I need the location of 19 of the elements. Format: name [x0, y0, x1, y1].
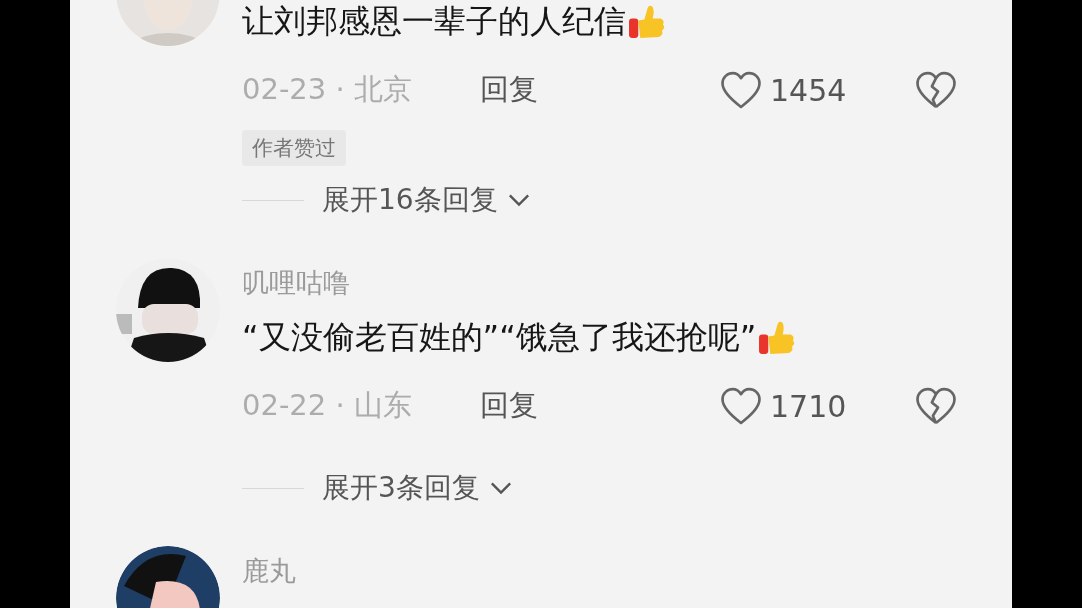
date-location: 02-22 · 山东	[242, 387, 413, 424]
chevron-down-icon[interactable]	[507, 193, 530, 207]
comment-text: “又没偷老百姓的”“饿急了我还抢呢”	[242, 317, 757, 358]
date-location: 02-23 · 北京	[242, 71, 413, 108]
author-liked-tag: 作者赞过	[242, 130, 346, 166]
comment-text: 让刘邦感恩一辈子的人纪信	[242, 1, 626, 42]
thumbs-up-icon	[628, 4, 666, 40]
like-count: 1454	[770, 72, 847, 108]
reply-link[interactable]: 回复	[480, 386, 538, 426]
expand-replies-link[interactable]: 展开3条回复	[322, 469, 480, 507]
reply-link[interactable]: 回复	[480, 70, 538, 110]
like-icon[interactable]	[720, 71, 762, 109]
like-count: 1710	[770, 388, 847, 424]
thumbs-up-icon	[758, 320, 797, 356]
dislike-icon[interactable]	[915, 387, 957, 425]
dislike-icon[interactable]	[915, 71, 957, 109]
like-icon[interactable]	[720, 387, 762, 425]
expand-replies-link[interactable]: 展开16条回复	[322, 181, 498, 219]
chevron-down-icon[interactable]	[489, 481, 512, 495]
